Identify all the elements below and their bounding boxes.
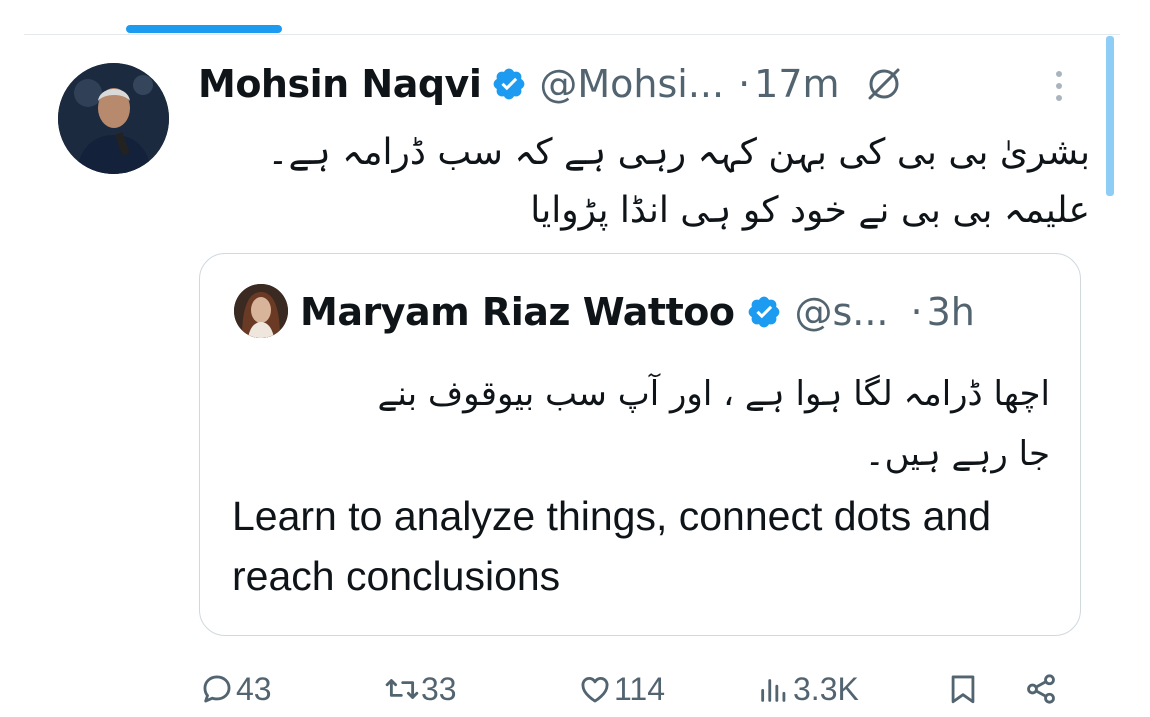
- tweet-text-line: علیمہ بی بی نے خود کو ہی انڈا پڑوایا: [530, 190, 1090, 231]
- share-icon: [1027, 674, 1055, 704]
- like-count: 114: [614, 670, 666, 707]
- repost-icon: [385, 679, 419, 699]
- mute-icon[interactable]: [864, 64, 904, 104]
- separator: ·: [910, 290, 923, 334]
- quoted-text-line: اچھا ڈرامہ لگا ہوا ہے ، اور آپ سب بیوقوف…: [377, 374, 1050, 414]
- separator: ·: [738, 62, 751, 106]
- reply-count: 43: [236, 670, 272, 707]
- reply-button[interactable]: 43: [200, 664, 272, 714]
- bookmark-button[interactable]: [946, 664, 980, 714]
- quoted-author-handle[interactable]: @s...: [794, 290, 888, 334]
- divider: [24, 34, 1120, 35]
- tweet-text: بشریٰ بی بی کی بہن کہہ رہی ہے کہ سب ڈرام…: [230, 124, 1090, 240]
- quoted-author-name[interactable]: Maryam Riaz Wattoo: [300, 290, 735, 334]
- quoted-tweet-header: Maryam Riaz Wattoo @s... · 3h: [300, 282, 975, 342]
- tweet-actions: 43 33 114 3.3K: [0, 664, 1150, 714]
- views-button[interactable]: 3.3K: [757, 664, 859, 714]
- scrollbar[interactable]: [1106, 36, 1114, 196]
- tweet-text-line: بشریٰ بی بی کی بہن کہہ رہی ہے کہ سب ڈرام…: [267, 132, 1090, 173]
- tweet-header: Mohsin Naqvi @Mohsi... · 17m: [198, 54, 904, 114]
- quoted-avatar[interactable]: [234, 284, 288, 338]
- quoted-tweet-english-text: Learn to analyze things, connect dots an…: [232, 493, 992, 599]
- like-icon: [581, 677, 609, 703]
- author-name[interactable]: Mohsin Naqvi: [198, 62, 482, 106]
- quoted-tweet-card[interactable]: Maryam Riaz Wattoo @s... · 3h اچھا ڈرامہ…: [199, 253, 1081, 636]
- verified-badge-icon: [491, 66, 527, 102]
- more-icon[interactable]: [1049, 66, 1069, 106]
- verified-badge-icon: [746, 294, 782, 330]
- active-tab-indicator: [126, 25, 282, 33]
- quoted-text-line: جا رہے ہیں۔: [864, 434, 1050, 474]
- views-icon: [761, 679, 786, 702]
- bookmark-icon: [951, 675, 975, 704]
- reply-icon: [203, 675, 231, 703]
- repost-button[interactable]: 33: [385, 664, 457, 714]
- author-handle[interactable]: @Mohsi...: [539, 62, 724, 106]
- avatar[interactable]: [58, 63, 169, 174]
- quoted-tweet-urdu-text: اچھا ڈرامہ لگا ہوا ہے ، اور آپ سب بیوقوف…: [230, 364, 1050, 484]
- tweet-time[interactable]: 17m: [754, 62, 839, 106]
- like-button[interactable]: 114: [578, 664, 665, 714]
- quoted-tweet-time[interactable]: 3h: [927, 290, 975, 334]
- share-button[interactable]: [1024, 664, 1058, 714]
- repost-count: 33: [421, 670, 457, 707]
- views-count: 3.3K: [793, 670, 859, 707]
